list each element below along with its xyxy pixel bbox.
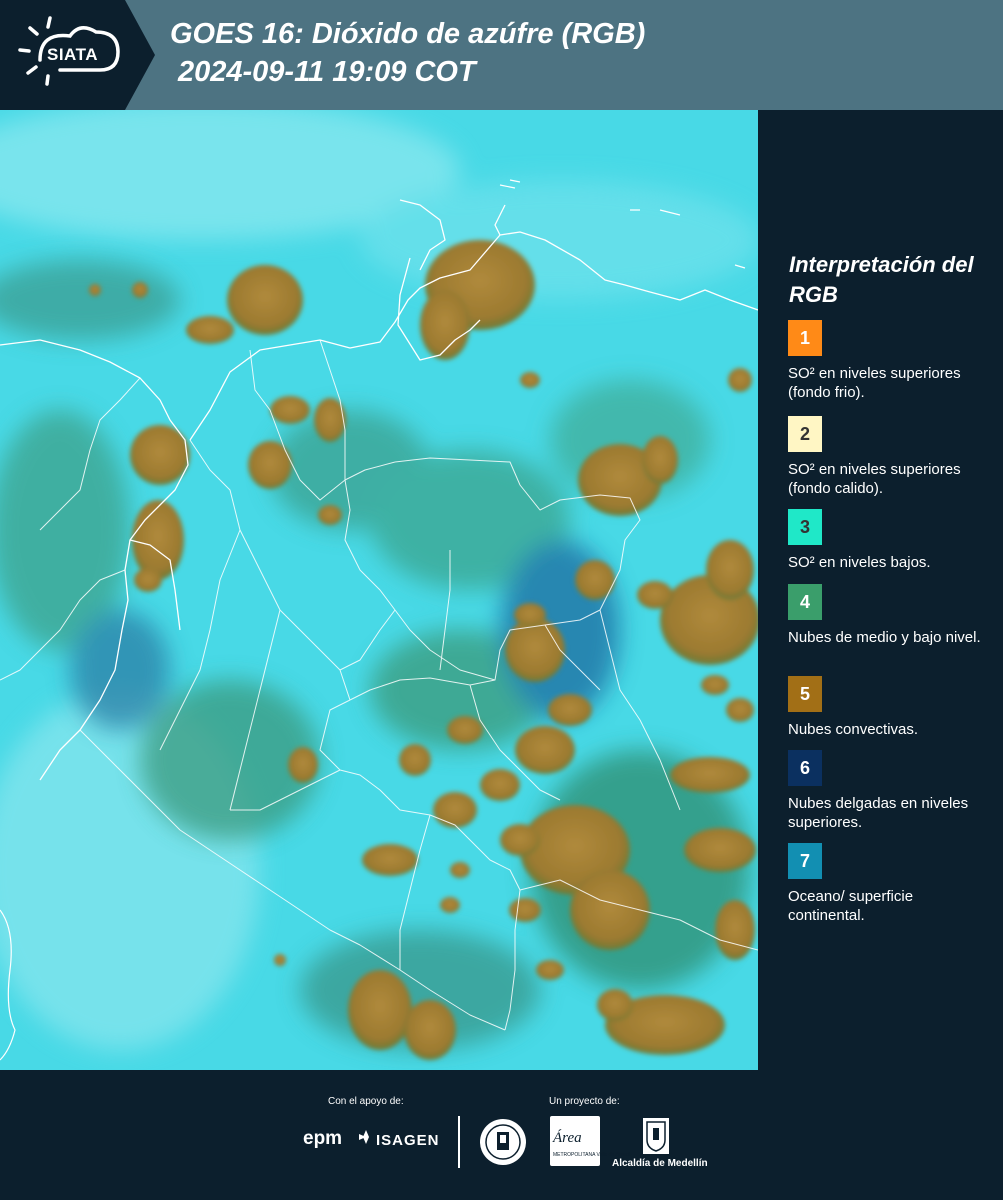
medellin-seal-icon <box>480 1119 526 1165</box>
legend-swatch-3: 3 <box>788 509 822 545</box>
isagen-logo-icon <box>359 1130 369 1144</box>
header-bar: SIATA GOES 16: Dióxido de azúfre (RGB) 2… <box>0 0 1003 110</box>
area-metropolitana-name: Área <box>553 1130 582 1146</box>
legend-swatch-5: 5 <box>788 676 822 712</box>
legend-item-5: 5 Nubes convectivas. <box>788 676 993 739</box>
support-label: Con el apoyo de: <box>328 1096 404 1107</box>
satellite-map <box>0 110 758 1070</box>
timestamp: 2024-09-11 19:09 COT <box>178 56 476 88</box>
footer-bar: Con el apoyo de: Un proyecto de: epm ISA… <box>0 1070 1003 1200</box>
alcaldia-medellin-label: Alcaldía de Medellín <box>612 1158 708 1169</box>
siata-logo-text: SIATA <box>47 45 98 64</box>
legend-swatch-7: 7 <box>788 843 822 879</box>
legend-title: Interpretación del RGB <box>789 252 974 307</box>
legend-label-3: SO² en niveles bajos. <box>788 554 931 571</box>
legend-label-5: Nubes convectivas. <box>788 721 919 738</box>
legend-item-4: 4 Nubes de medio y bajo nivel. <box>788 584 993 647</box>
legend-label-1: SO² en niveles superiores (fondo frio). <box>788 365 961 401</box>
epm-logo: epm <box>303 1128 343 1149</box>
legend-item-6: 6 Nubes delgadas en niveles superiores. <box>788 750 993 832</box>
legend-item-7: 7 Oceano/ superficie continental. <box>788 843 993 925</box>
project-label: Un proyecto de: <box>549 1096 620 1107</box>
legend-label-6: Nubes delgadas en niveles superiores. <box>788 795 969 831</box>
legend-item-1: 1 SO² en niveles superiores (fondo frio)… <box>788 320 993 402</box>
legend-swatch-6: 6 <box>788 750 822 786</box>
isagen-logo: ISAGEN <box>376 1132 440 1149</box>
satellite-image <box>0 110 758 1070</box>
legend-item-2: 2 SO² en niveles superiores (fondo calid… <box>788 416 993 498</box>
alcaldia-shield-icon <box>643 1118 669 1154</box>
legend-item-3: 3 SO² en niveles bajos. <box>788 509 993 572</box>
legend-swatch-2: 2 <box>788 416 822 452</box>
legend-label-4: Nubes de medio y bajo nivel. <box>788 629 981 646</box>
legend-swatch-4: 4 <box>788 584 822 620</box>
siata-logo: SIATA <box>0 0 155 110</box>
legend-panel: Interpretación del RGB 1 SO² en niveles … <box>758 110 1003 1070</box>
legend-swatch-1: 1 <box>788 320 822 356</box>
legend-label-7: Oceano/ superficie continental. <box>788 888 914 924</box>
legend-label-2: SO² en niveles superiores (fondo calido)… <box>788 461 961 497</box>
page-title: GOES 16: Dióxido de azúfre (RGB) <box>170 18 646 50</box>
footer-divider <box>458 1116 460 1168</box>
